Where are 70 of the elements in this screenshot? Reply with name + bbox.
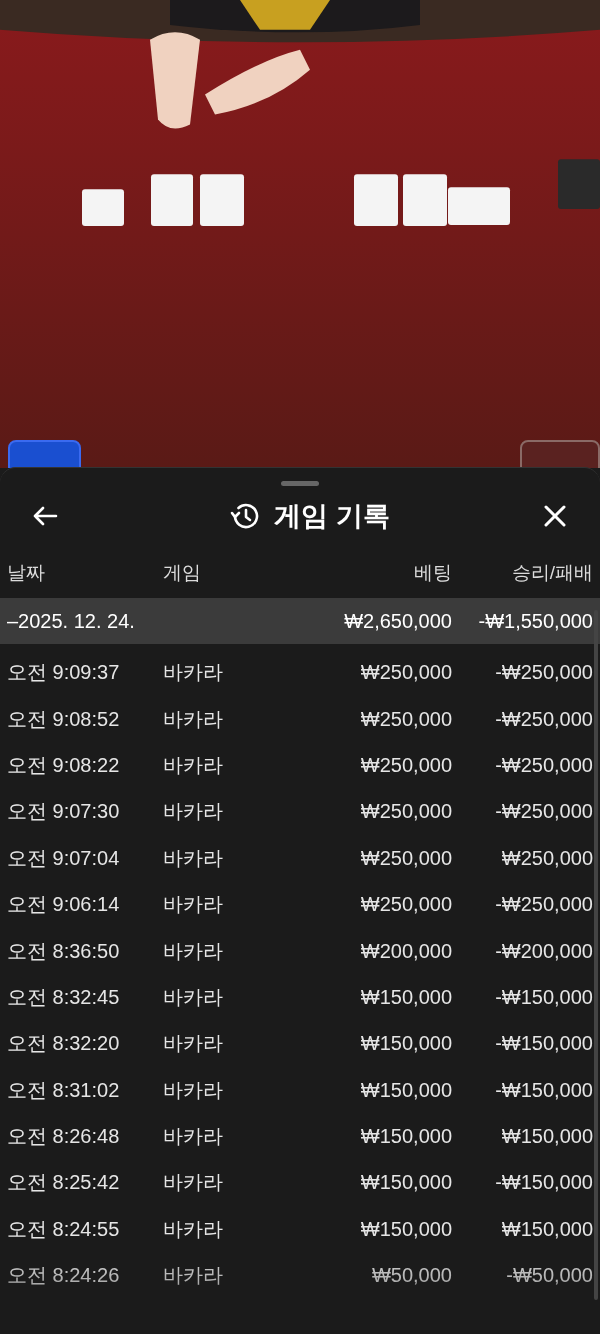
result-cell: -₩50,000: [506, 1264, 593, 1287]
time-cell: 오전 9:08:52: [7, 707, 120, 730]
game-cell: 바카라: [163, 753, 223, 776]
bet-cell: ₩150,000: [360, 1032, 452, 1055]
result-cell: -₩250,000: [495, 753, 593, 776]
drag-handle[interactable]: [281, 481, 319, 486]
game-cell: 바카라: [163, 800, 223, 823]
game-cell: 바카라: [163, 1217, 223, 1240]
bet-cell: ₩250,000: [360, 707, 452, 730]
bet-cell: ₩250,000: [360, 846, 452, 869]
group-bet-total: ₩2,650,000: [344, 610, 452, 632]
time-cell: 오전 8:24:55: [7, 1217, 120, 1240]
bet-cell: ₩150,000: [360, 1078, 452, 1101]
group-result-total: -₩1,550,000: [478, 610, 593, 632]
bet-cell: ₩150,000: [360, 1125, 452, 1148]
history-icon: [230, 502, 261, 530]
bet-cell: ₩200,000: [360, 939, 452, 962]
result-cell: ₩150,000: [501, 1217, 593, 1240]
bet-cell: ₩250,000: [360, 661, 452, 684]
result-cell: -₩250,000: [495, 661, 593, 684]
result-cell: -₩250,000: [495, 707, 593, 730]
time-cell: 오전 9:07:04: [7, 846, 120, 869]
game-cell: 바카라: [163, 1264, 223, 1287]
time-cell: 오전 8:32:45: [7, 985, 120, 1008]
result-cell: ₩250,000: [501, 846, 593, 869]
result-cell: -₩150,000: [495, 1078, 593, 1101]
bet-cell: ₩50,000: [371, 1264, 452, 1287]
game-cell: 바카라: [163, 846, 223, 869]
bet-cell: ₩150,000: [360, 1171, 452, 1194]
result-cell: ₩150,000: [501, 1125, 593, 1148]
close-icon: [543, 504, 567, 528]
column-header: 게임: [163, 561, 201, 583]
time-cell: 오전 9:09:37: [7, 661, 120, 684]
bet-cell: ₩250,000: [360, 753, 452, 776]
time-cell: 오전 8:36:50: [7, 939, 120, 962]
game-cell: 바카라: [163, 1171, 223, 1194]
bet-cell: ₩250,000: [360, 893, 452, 916]
group-date: –2025. 12. 24.: [7, 610, 135, 632]
game-cell: 바카라: [163, 661, 223, 684]
time-cell: 오전 9:07:30: [7, 800, 120, 823]
bet-cell: ₩150,000: [360, 1217, 452, 1240]
result-cell: -₩150,000: [495, 985, 593, 1008]
game-cell: 바카라: [163, 939, 223, 962]
result-cell: -₩250,000: [495, 800, 593, 823]
game-cell: 바카라: [163, 1032, 223, 1055]
game-cell: 바카라: [163, 893, 223, 916]
time-cell: 오전 9:06:14: [7, 893, 120, 916]
time-cell: 오전 8:32:20: [7, 1032, 120, 1055]
game-cell: 바카라: [163, 985, 223, 1008]
scrollbar[interactable]: [594, 610, 598, 1300]
sheet-title: 게임 기록: [274, 499, 390, 533]
time-cell: 오전 8:31:02: [7, 1078, 120, 1101]
result-cell: -₩200,000: [495, 939, 593, 962]
game-cell: 바카라: [163, 1078, 223, 1101]
back-arrow-icon: [32, 505, 58, 527]
column-header: 베팅: [414, 561, 452, 583]
date-group-row[interactable]: –2025. 12. 24. ₩2,650,000 -₩1,550,000: [0, 598, 600, 644]
bet-cell: ₩150,000: [360, 985, 452, 1008]
game-cell: 바카라: [163, 1125, 223, 1148]
time-cell: 오전 8:25:42: [7, 1171, 120, 1194]
result-cell: -₩250,000: [495, 893, 593, 916]
time-cell: 오전 8:26:48: [7, 1125, 120, 1148]
time-cell: 오전 8:24:26: [7, 1264, 120, 1287]
column-header: 날짜: [7, 561, 45, 583]
column-header: 승리/패배: [511, 561, 593, 583]
game-cell: 바카라: [163, 707, 223, 730]
result-cell: -₩150,000: [495, 1171, 593, 1194]
result-cell: -₩150,000: [495, 1032, 593, 1055]
time-cell: 오전 9:08:22: [7, 753, 120, 776]
bet-cell: ₩250,000: [360, 800, 452, 823]
